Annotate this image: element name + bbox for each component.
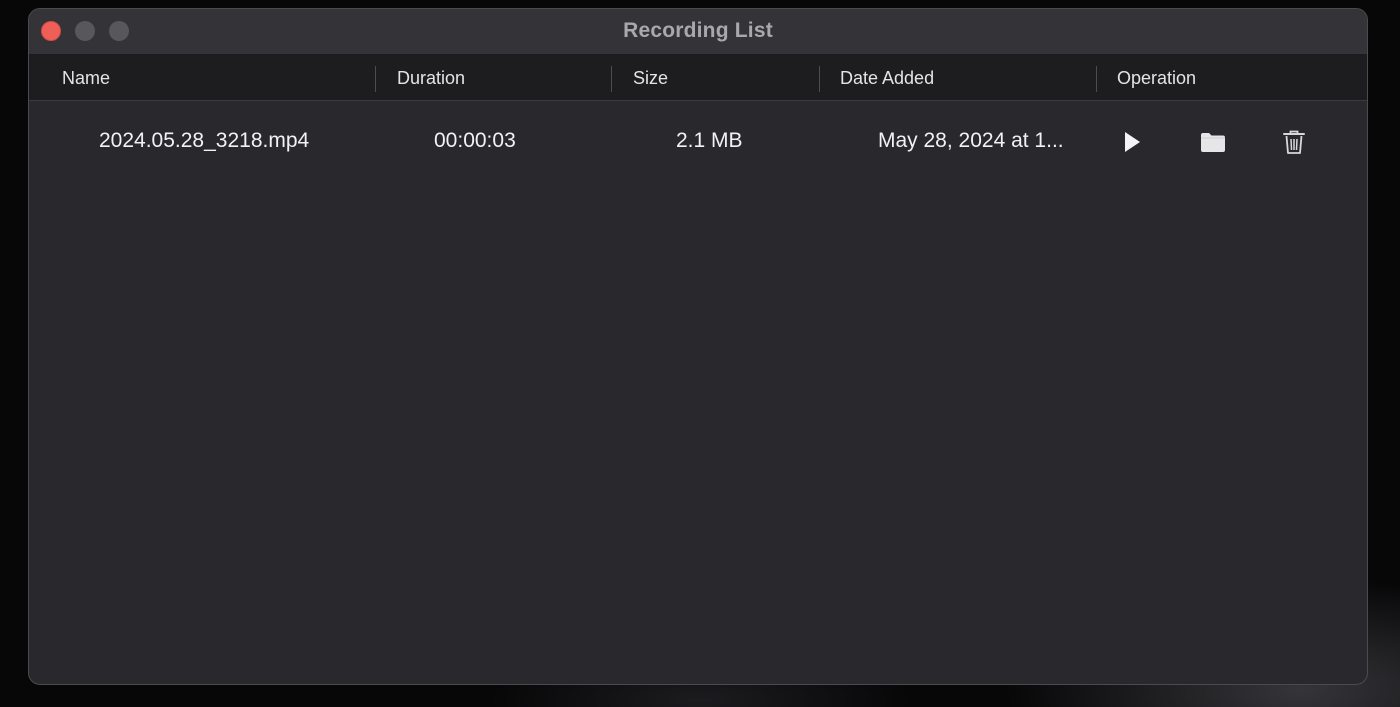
- column-divider[interactable]: [611, 66, 612, 92]
- play-icon[interactable]: [1116, 127, 1146, 157]
- table-header: Name Duration Size Date Added Operation: [29, 55, 1367, 101]
- window-title: Recording List: [623, 19, 773, 42]
- column-divider[interactable]: [1096, 66, 1097, 92]
- trash-icon[interactable]: [1279, 127, 1309, 157]
- table-row[interactable]: 2024.05.28_3218.mp4 00:00:03 2.1 MB May …: [29, 101, 1367, 181]
- column-header-duration[interactable]: Duration: [397, 55, 465, 101]
- recording-list-window: Recording List Name Duration Size Date A…: [28, 8, 1368, 685]
- folder-icon[interactable]: [1198, 127, 1228, 157]
- column-header-name[interactable]: Name: [62, 55, 110, 101]
- recording-date-added: May 28, 2024 at 1...: [878, 129, 1064, 152]
- column-header-size[interactable]: Size: [633, 55, 668, 101]
- column-divider[interactable]: [375, 66, 376, 92]
- recording-size: 2.1 MB: [676, 129, 743, 152]
- recording-duration: 00:00:03: [434, 129, 516, 152]
- title-bar[interactable]: Recording List: [29, 9, 1367, 55]
- column-divider[interactable]: [819, 66, 820, 92]
- recording-name: 2024.05.28_3218.mp4: [99, 129, 310, 152]
- column-header-operation[interactable]: Operation: [1117, 55, 1196, 101]
- column-header-date-added[interactable]: Date Added: [840, 55, 934, 101]
